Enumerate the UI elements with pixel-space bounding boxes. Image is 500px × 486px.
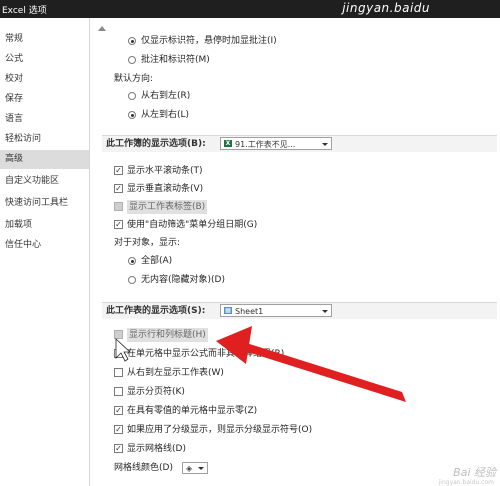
- arrow-shaft: [238, 341, 406, 402]
- bottom-watermark: Bai 经验: [453, 466, 496, 479]
- bottom-watermark-url: jingyan.baidu.com: [438, 479, 494, 486]
- mouse-cursor-icon: [115, 338, 132, 362]
- arrow-head: [216, 326, 252, 364]
- red-arrow-icon: [115, 326, 406, 402]
